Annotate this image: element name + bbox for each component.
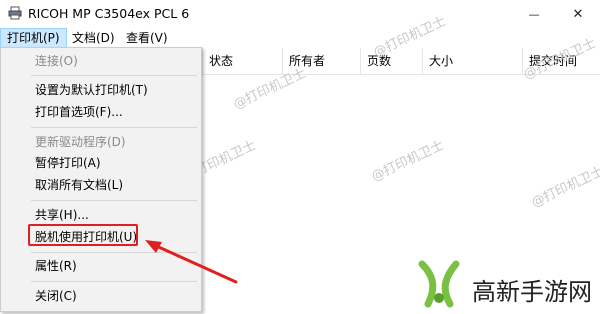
- brand-logo-icon: [418, 260, 460, 308]
- brand-name: 高新手游网: [472, 278, 592, 306]
- annotation-arrow-icon: [145, 240, 238, 284]
